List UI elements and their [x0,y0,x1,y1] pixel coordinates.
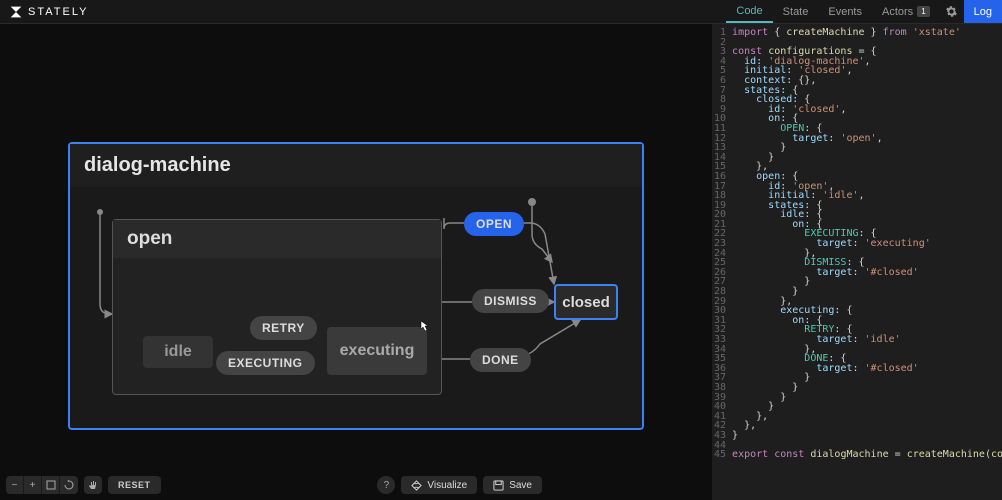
tab-state[interactable]: State [773,0,819,23]
stately-logo-icon [8,4,24,20]
zoom-out-button[interactable]: − [6,476,24,494]
state-closed[interactable]: closed [554,284,618,320]
hand-tool-button[interactable] [84,476,102,494]
transition-executing[interactable]: EXECUTING [216,351,315,375]
hand-icon [88,480,98,490]
refresh-icon [64,480,74,490]
fit-icon [46,480,56,490]
gear-icon [945,5,958,18]
line-gutter: 1234567891011121314151617181920212223242… [712,24,732,500]
tab-actors[interactable]: Actors 1 [872,0,940,23]
logo-text: STATELY [28,6,88,18]
machine-container[interactable]: dialog-machine [68,142,644,430]
transition-dismiss[interactable]: DISMISS [472,289,549,313]
actors-badge: 1 [917,6,929,17]
save-icon [493,480,504,491]
state-open-label: open [113,220,441,258]
settings-button[interactable] [940,0,964,24]
fit-button[interactable] [42,476,60,494]
canvas[interactable]: dialog-machine [0,24,712,500]
logo: STATELY [0,4,88,20]
help-button[interactable]: ? [377,476,395,494]
login-button[interactable]: Log [964,0,1002,23]
state-executing[interactable]: executing [327,327,427,375]
transition-open[interactable]: OPEN [464,212,524,236]
zoom-in-button[interactable]: + [24,476,42,494]
tab-code[interactable]: Code [726,0,772,23]
transition-done[interactable]: DONE [470,348,531,372]
state-idle[interactable]: idle [143,336,213,368]
code-editor[interactable]: 1234567891011121314151617181920212223242… [712,24,1002,500]
reset-button[interactable]: RESET [108,476,161,494]
save-button[interactable]: Save [483,476,542,494]
visualize-button[interactable]: Visualize [401,476,477,494]
zoom-controls: − + [6,476,78,494]
header-tabs: Code State Events Actors 1 [726,0,939,23]
refresh-button[interactable] [60,476,78,494]
machine-title: dialog-machine [70,144,642,187]
code-content[interactable]: import { createMachine } from 'xstate'co… [732,24,1002,500]
visualize-icon [411,480,422,491]
transition-retry[interactable]: RETRY [250,316,317,340]
tab-events[interactable]: Events [818,0,872,23]
